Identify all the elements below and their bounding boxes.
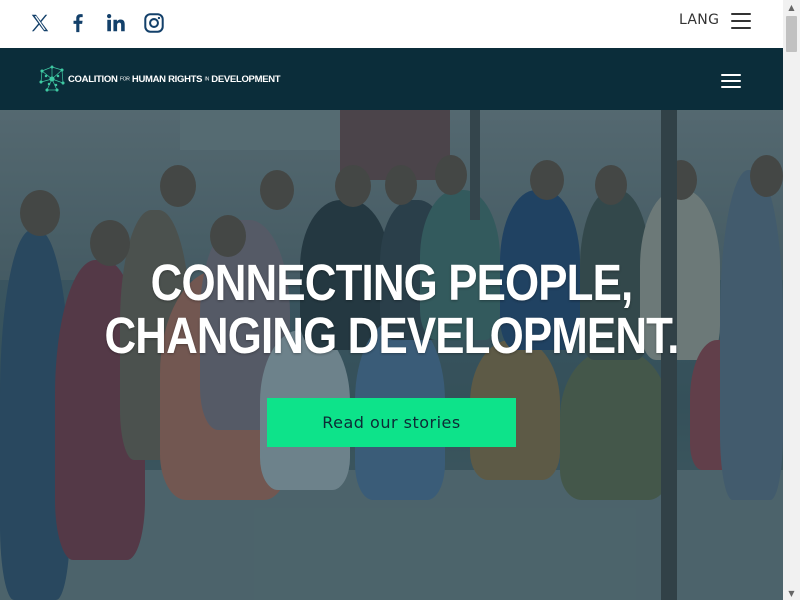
hero-section: CONNECTING PEOPLE, CHANGING DEVELOPMENT.…	[0, 110, 783, 600]
site-logo[interactable]: COALITION FOR HUMAN RIGHTS IN DEVELOPMEN…	[38, 65, 281, 93]
hamburger-menu-icon[interactable]	[721, 74, 741, 90]
hamburger-menu-icon[interactable]	[731, 13, 751, 31]
top-utility-bar: LANG	[0, 0, 783, 48]
x-twitter-icon[interactable]	[28, 10, 52, 36]
read-our-stories-button[interactable]: Read our stories	[267, 398, 516, 447]
network-logo-icon	[39, 65, 65, 92]
scroll-up-arrow-icon[interactable]: ▲	[783, 0, 800, 14]
logo-wordmark: COALITION FOR HUMAN RIGHTS IN DEVELOPMEN…	[68, 73, 281, 85]
main-navbar: COALITION FOR HUMAN RIGHTS IN DEVELOPMEN…	[0, 48, 783, 110]
instagram-icon[interactable]	[142, 10, 166, 36]
language-selector[interactable]: LANG	[679, 12, 719, 28]
facebook-icon[interactable]	[66, 10, 90, 36]
linkedin-icon[interactable]	[104, 10, 128, 36]
hero-headline-line-1: CONNECTING PEOPLE,	[150, 254, 634, 311]
hero-headline-line-2: CHANGING DEVELOPMENT.	[104, 307, 679, 364]
page-scrollbar[interactable]: ▲ ▼	[783, 0, 800, 600]
scrollbar-thumb[interactable]	[786, 16, 797, 52]
social-links	[28, 10, 166, 36]
hero-headline: CONNECTING PEOPLE, CHANGING DEVELOPMENT.	[55, 256, 728, 362]
scroll-down-arrow-icon[interactable]: ▼	[783, 586, 800, 600]
